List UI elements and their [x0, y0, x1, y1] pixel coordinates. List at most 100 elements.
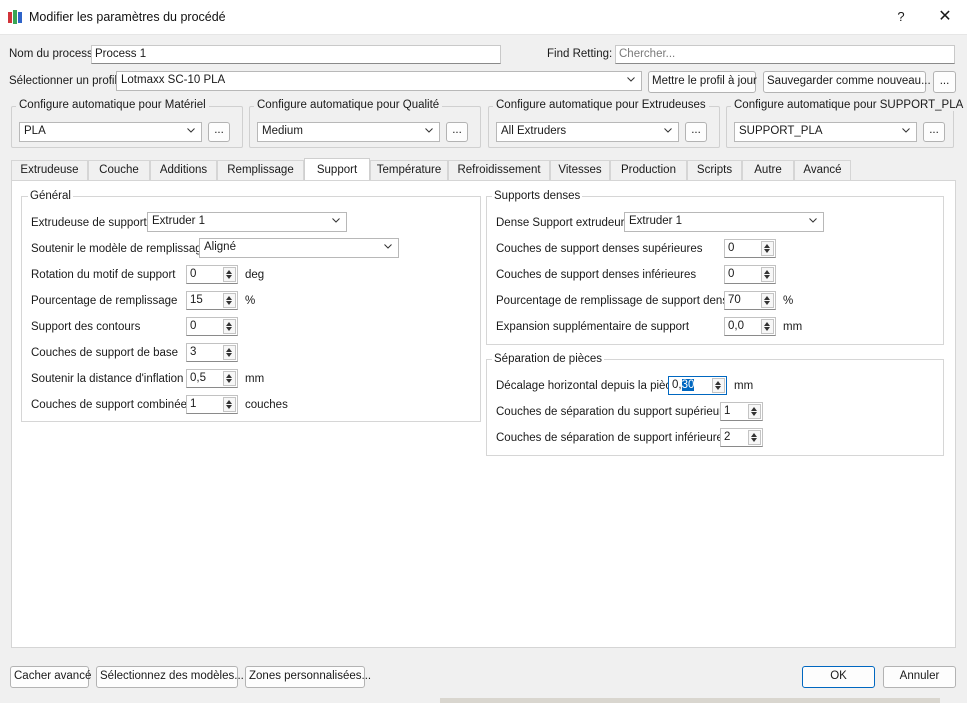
perimeters-label: Support des contours — [31, 321, 141, 333]
process-name-input[interactable]: Process 1 — [91, 45, 501, 64]
ok-button[interactable]: OK — [802, 666, 875, 688]
tab-refroidissement[interactable]: Refroidissement — [448, 160, 550, 181]
help-button[interactable]: ? — [886, 6, 916, 28]
inflation-stepper[interactable]: 0,5 — [186, 369, 238, 388]
combined-layers-value: 1 — [190, 398, 197, 410]
quality-select[interactable]: Medium — [257, 122, 440, 142]
find-search-input[interactable]: Chercher... — [615, 45, 955, 64]
extruders-more-button[interactable]: ... — [685, 122, 707, 142]
dense-bottom-layers-stepper[interactable]: 0 — [724, 265, 776, 284]
spin-arrows-icon[interactable] — [748, 404, 761, 419]
fill-pct-stepper[interactable]: 15 — [186, 291, 238, 310]
rotation-value: 0 — [190, 268, 197, 280]
save-as-new-button[interactable]: Sauvegarder comme nouveau... — [763, 71, 931, 93]
material-more-button[interactable]: ... — [208, 122, 230, 142]
auto-config-extruders-title: Configure automatique pour Extrudeuses — [493, 99, 709, 111]
cancel-button[interactable]: Annuler — [883, 666, 956, 688]
spin-arrows-icon[interactable] — [223, 397, 236, 412]
material-select[interactable]: PLA — [19, 122, 202, 142]
tab-additions[interactable]: Additions — [150, 160, 217, 181]
spin-arrows-icon[interactable] — [761, 293, 774, 308]
dense-top-layers-label: Couches de support denses supérieures — [496, 243, 703, 255]
support-material-more-button[interactable]: ... — [923, 122, 945, 142]
rotation-stepper[interactable]: 0 — [186, 265, 238, 284]
quality-more-button[interactable]: ... — [446, 122, 468, 142]
h-offset-selected-text: 30 — [681, 379, 695, 391]
window-title: Modifier les paramètres du procédé — [29, 10, 226, 24]
tab-autre[interactable]: Autre — [742, 160, 794, 181]
spin-arrows-icon[interactable] — [761, 267, 774, 282]
tab-extrudeuse[interactable]: Extrudeuse — [11, 160, 88, 181]
auto-config-support-title: Configure automatique pour SUPPORT_PLA — [731, 99, 967, 111]
expansion-stepper[interactable]: 0,0 — [724, 317, 776, 336]
dense-fill-pct-stepper[interactable]: 70 — [724, 291, 776, 310]
combined-layers-unit: couches — [245, 399, 288, 411]
tab-vitesses[interactable]: Vitesses — [550, 160, 610, 181]
spin-arrows-icon[interactable] — [223, 319, 236, 334]
support-material-select-value: SUPPORT_PLA — [739, 125, 823, 137]
dense-group-title: Supports denses — [492, 190, 583, 202]
h-offset-stepper[interactable]: 0,30 — [668, 376, 727, 395]
custom-zones-button[interactable]: Zones personnalisées... — [245, 666, 371, 688]
spin-arrows-icon[interactable] — [748, 430, 761, 445]
process-name-label: Nom du process — [9, 48, 93, 60]
spin-arrows-icon[interactable] — [223, 345, 236, 360]
chevron-down-icon — [627, 77, 635, 82]
update-profile-button[interactable]: Mettre le profil à jour — [648, 71, 757, 93]
chevron-down-icon — [809, 218, 817, 223]
app-icon — [8, 10, 22, 24]
bottom-sep-value: 2 — [724, 431, 731, 443]
dense-extruder-label: Dense Support extrudeur — [496, 217, 625, 229]
infill-model-select[interactable]: Aligné — [199, 238, 399, 258]
chevron-down-icon — [664, 128, 672, 133]
combined-layers-stepper[interactable]: 1 — [186, 395, 238, 414]
hide-advanced-button[interactable]: Cacher avancé — [10, 666, 91, 688]
profile-select-value: Lotmaxx SC-10 PLA — [121, 74, 226, 86]
support-extruder-select[interactable]: Extruder 1 — [147, 212, 347, 232]
spin-arrows-icon[interactable] — [761, 319, 774, 334]
bottom-sep-stepper[interactable]: 2 — [720, 428, 763, 447]
auto-config-quality-title: Configure automatique pour Qualité — [254, 99, 443, 111]
background-window-edge — [440, 698, 940, 703]
spin-arrows-icon[interactable] — [761, 241, 774, 256]
tab-couche[interactable]: Couche — [88, 160, 150, 181]
select-models-button[interactable]: Sélectionnez des modèles... — [96, 666, 244, 688]
dense-bottom-layers-label: Couches de support denses inférieures — [496, 269, 697, 281]
tab-production[interactable]: Production — [610, 160, 687, 181]
dense-extruder-select[interactable]: Extruder 1 — [624, 212, 824, 232]
base-layers-label: Couches de support de base — [31, 347, 179, 359]
inflation-label: Soutenir la distance d'inflation — [31, 373, 184, 385]
chevron-down-icon — [187, 128, 195, 133]
support-material-select[interactable]: SUPPORT_PLA — [734, 122, 917, 142]
tab-remplissage[interactable]: Remplissage — [217, 160, 304, 181]
spin-arrows-icon[interactable] — [712, 378, 725, 393]
expansion-value: 0,0 — [728, 320, 744, 332]
support-extruder-label: Extrudeuse de support — [31, 217, 147, 229]
extruders-select-value: All Extruders — [501, 125, 567, 137]
dense-extruder-value: Extruder 1 — [629, 215, 683, 227]
perimeters-stepper[interactable]: 0 — [186, 317, 238, 336]
combined-layers-label: Couches de support combinées — [31, 399, 193, 411]
spin-arrows-icon[interactable] — [223, 293, 236, 308]
infill-model-value: Aligné — [204, 241, 236, 253]
fill-pct-value: 15 — [190, 294, 203, 306]
extruders-select[interactable]: All Extruders — [496, 122, 679, 142]
tab-support[interactable]: Support — [304, 158, 370, 181]
spin-arrows-icon[interactable] — [223, 371, 236, 386]
inflation-value: 0,5 — [190, 372, 206, 384]
profile-more-button[interactable]: ... — [933, 71, 956, 93]
tab-scripts[interactable]: Scripts — [687, 160, 742, 181]
support-extruder-value: Extruder 1 — [152, 215, 206, 227]
tab-avance[interactable]: Avancé — [794, 160, 851, 181]
inflation-unit: mm — [245, 373, 265, 385]
spin-arrows-icon[interactable] — [223, 267, 236, 282]
close-icon[interactable]: ✕ — [930, 6, 960, 28]
tab-temperature[interactable]: Température — [370, 160, 448, 181]
fill-pct-unit: % — [245, 295, 256, 307]
profile-select[interactable]: Lotmaxx SC-10 PLA — [116, 71, 642, 91]
base-layers-stepper[interactable]: 3 — [186, 343, 238, 362]
top-sep-label: Couches de séparation du support supérie… — [496, 406, 723, 418]
top-sep-stepper[interactable]: 1 — [720, 402, 763, 421]
dense-top-layers-stepper[interactable]: 0 — [724, 239, 776, 258]
dense-fill-pct-value: 70 — [728, 294, 741, 306]
